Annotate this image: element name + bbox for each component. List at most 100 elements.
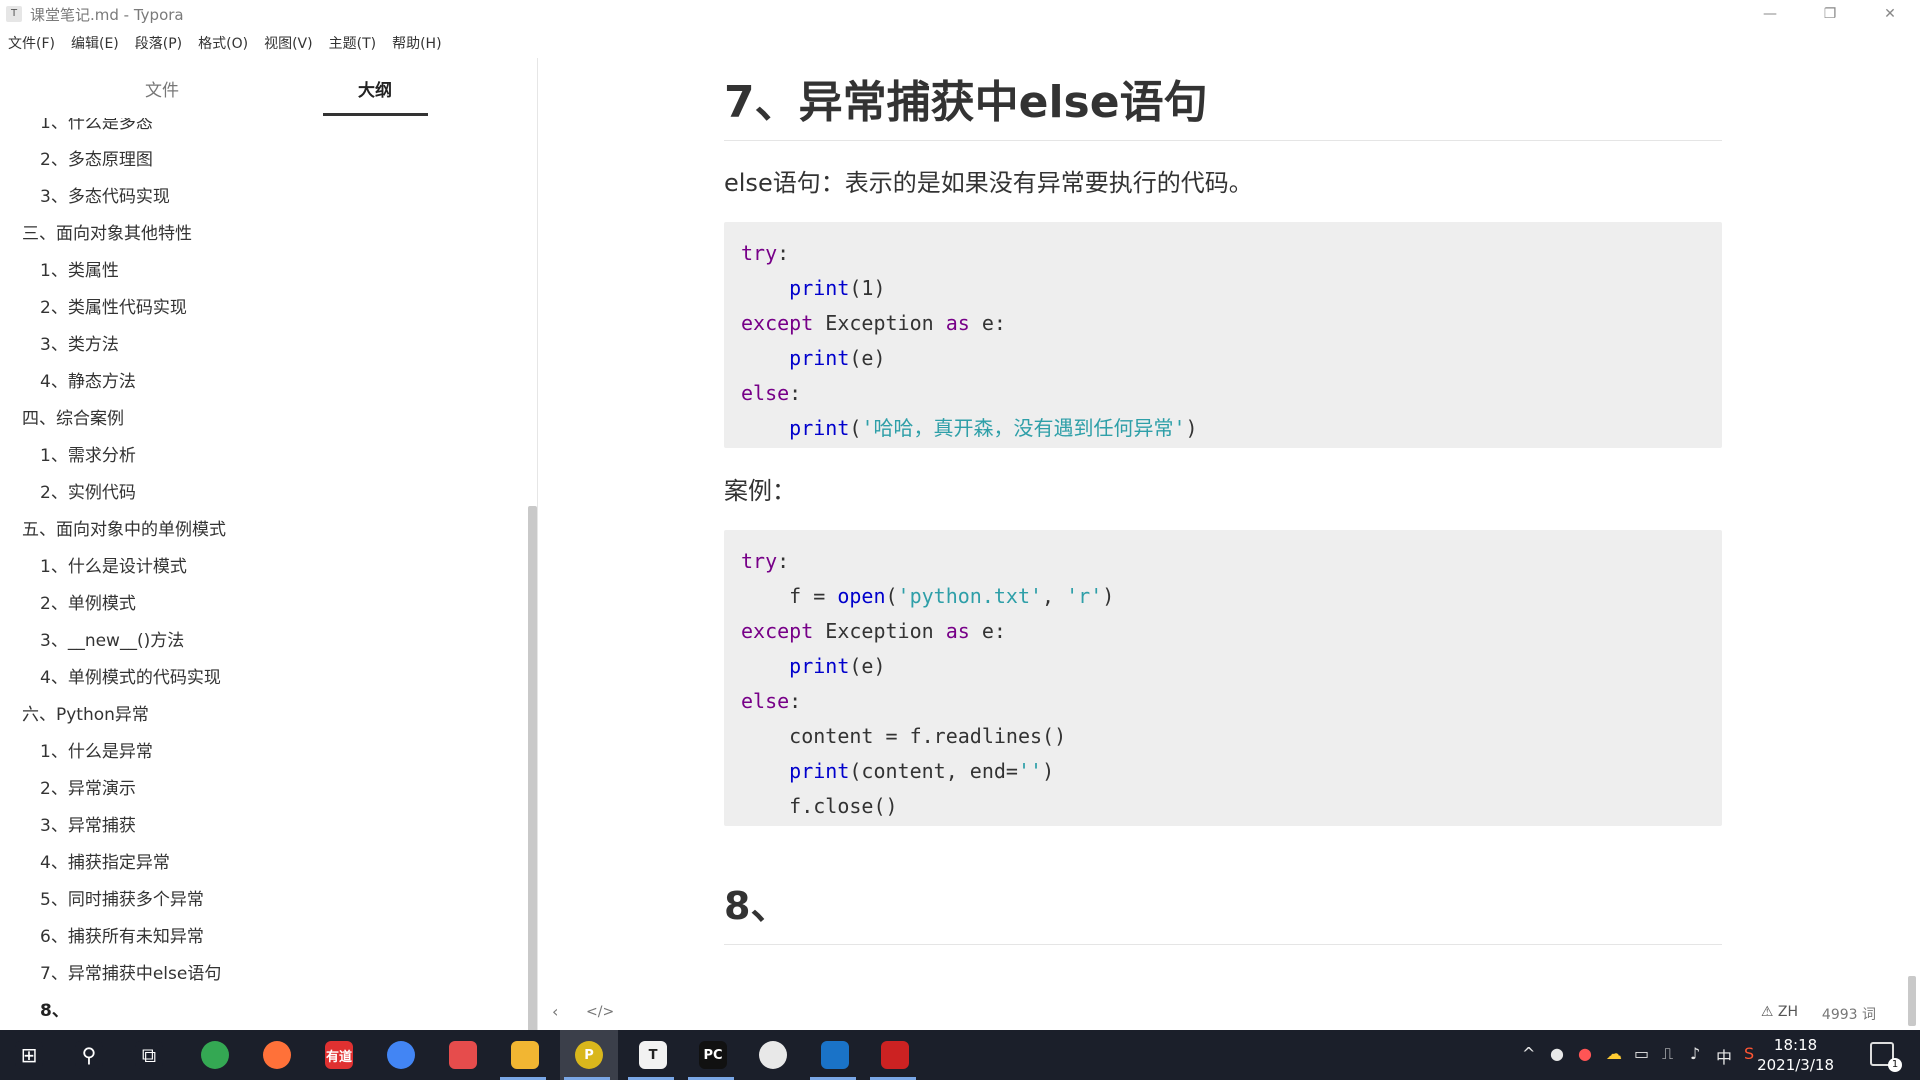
code-token: 'r': [1066, 584, 1103, 608]
outline-item[interactable]: 5、同时捕获多个异常: [40, 885, 204, 910]
menu-help[interactable]: 帮助(H): [392, 33, 441, 53]
search-icon[interactable]: ⚲: [62, 1030, 116, 1080]
outline-item[interactable]: 三、面向对象其他特性: [22, 219, 192, 244]
code-token: :: [789, 689, 802, 713]
network-icon[interactable]: ⎍: [1662, 1044, 1673, 1064]
code-token: e:: [969, 311, 1006, 335]
outline-item[interactable]: 1、什么是设计模式: [40, 552, 187, 577]
sogou-ime-icon[interactable]: S: [1744, 1044, 1754, 1063]
code-token: Exception: [813, 619, 946, 643]
code-token: print: [789, 654, 850, 678]
tab-files[interactable]: 文件: [145, 76, 179, 101]
code-token: (e): [849, 346, 886, 370]
code-block[interactable]: try: f = open('python.txt', 'r') except E…: [724, 530, 1722, 826]
youdao-icon-glyph: 有道: [325, 1041, 353, 1069]
code-token: try: [741, 241, 778, 265]
tray-expand-icon[interactable]: ^: [1522, 1044, 1535, 1063]
outline-item[interactable]: 4、捕获指定异常: [40, 848, 170, 873]
code-token: 'python.txt': [897, 584, 1043, 608]
outline-item[interactable]: 2、多态原理图: [40, 145, 153, 170]
outline-item[interactable]: 四、综合案例: [22, 404, 124, 429]
tray-record-icon[interactable]: ●: [1578, 1044, 1592, 1063]
pycharm-icon[interactable]: PC: [684, 1030, 742, 1080]
sidebar-scrollbar[interactable]: [528, 506, 537, 1030]
window-title: 课堂笔记.md - Typora: [30, 5, 184, 24]
tray-weather-icon[interactable]: ☁: [1606, 1044, 1622, 1063]
tab-outline[interactable]: 大纲: [358, 76, 392, 101]
outline-item[interactable]: 2、异常演示: [40, 774, 136, 799]
outline-item[interactable]: 4、单例模式的代码实现: [40, 663, 221, 688]
editor[interactable]: 7、异常捕获中else语句 else语句：表示的是如果没有异常要执行的代码。 t…: [540, 58, 1920, 1030]
typora-icon-glyph: T: [639, 1041, 667, 1069]
outline-item[interactable]: 4、静态方法: [40, 367, 136, 392]
browser-icon[interactable]: [372, 1030, 430, 1080]
outline-item[interactable]: 6、捕获所有未知异常: [40, 922, 204, 947]
vscode-icon-glyph: [821, 1041, 849, 1069]
typora-icon[interactable]: T: [624, 1030, 682, 1080]
code-token: as: [945, 311, 970, 335]
record-icon[interactable]: [866, 1030, 924, 1080]
tray-app-icon[interactable]: ●: [1550, 1044, 1564, 1063]
word-count[interactable]: 4993 词: [1822, 1004, 1876, 1024]
source-mode-button[interactable]: </>: [586, 1004, 614, 1020]
code-token: else: [741, 689, 790, 713]
outline-item[interactable]: 3、类方法: [40, 330, 119, 355]
outline-item[interactable]: 1、什么是异常: [40, 737, 153, 762]
outline-item[interactable]: 五、面向对象中的单例模式: [22, 515, 226, 540]
code-block[interactable]: try: print(1) except Exception as e: prin…: [724, 222, 1722, 448]
task-view-icon[interactable]: ⧉: [122, 1030, 176, 1080]
volume-icon[interactable]: ♪: [1690, 1044, 1700, 1063]
outline-item[interactable]: 3、异常捕获: [40, 811, 136, 836]
outline-item[interactable]: 六、Python异常: [22, 700, 149, 725]
close-button[interactable]: ✕: [1860, 0, 1920, 28]
code-line: print('哈哈，真开森，没有遇到任何异常'): [741, 411, 1705, 446]
code-token: ): [1042, 759, 1055, 783]
file-explorer-icon[interactable]: [496, 1030, 554, 1080]
outline-item[interactable]: 3、多态代码实现: [40, 182, 170, 207]
menu-edit[interactable]: 编辑(E): [71, 33, 119, 53]
typora-app-icon: T: [6, 6, 22, 22]
outline-item[interactable]: 2、类属性代码实现: [40, 293, 187, 318]
code-token: f =: [741, 584, 838, 608]
obs-icon[interactable]: [744, 1030, 802, 1080]
vscode-icon[interactable]: [806, 1030, 864, 1080]
outline-item[interactable]: 1、需求分析: [40, 441, 136, 466]
menu-format[interactable]: 格式(O): [198, 33, 248, 53]
firefox-icon[interactable]: [248, 1030, 306, 1080]
menu-paragraph[interactable]: 段落(P): [135, 33, 182, 53]
code-line: f = open('python.txt', 'r'): [741, 579, 1705, 614]
case-label: 案例：: [724, 477, 796, 505]
outline-item[interactable]: 1、类属性: [40, 256, 119, 281]
menu-file[interactable]: 文件(F): [8, 33, 55, 53]
code-token: ,: [1042, 584, 1067, 608]
powerpoint-icon[interactable]: P: [560, 1030, 618, 1080]
menu-view[interactable]: 视图(V): [264, 33, 313, 53]
editor-scrollbar[interactable]: [1908, 976, 1916, 1026]
language-indicator[interactable]: ⚠ ZH: [1761, 1004, 1798, 1020]
toggle-sidebar-button[interactable]: ‹: [552, 1002, 558, 1021]
windows-start-icon[interactable]: ⊞: [2, 1030, 56, 1080]
clock-date: 2021/3/18: [1757, 1056, 1834, 1074]
section-heading: 7、异常捕获中else语句: [724, 77, 1208, 128]
outline-item[interactable]: 3、__new__()方法: [40, 626, 184, 651]
minimize-button[interactable]: —: [1740, 0, 1800, 28]
input-method-indicator[interactable]: 中: [1716, 1044, 1732, 1068]
code-token: f.close(): [741, 794, 898, 818]
outline-item[interactable]: 1、什么是多态: [40, 118, 153, 133]
youdao-icon[interactable]: 有道: [310, 1030, 368, 1080]
clock[interactable]: 18:18 2021/3/18: [1757, 1035, 1834, 1075]
chrome-icon[interactable]: [186, 1030, 244, 1080]
outline-item[interactable]: 7、异常捕获中else语句: [40, 959, 221, 984]
code-token: (: [849, 416, 862, 440]
menu-theme[interactable]: 主题(T): [329, 33, 376, 53]
outline-item[interactable]: 2、实例代码: [40, 478, 136, 503]
outline-item[interactable]: 8、: [40, 996, 69, 1021]
search-icon-glyph: ⚲: [75, 1041, 103, 1069]
outline-item[interactable]: 2、单例模式: [40, 589, 136, 614]
screen-recorder-icon[interactable]: [434, 1030, 492, 1080]
code-token: ): [1185, 416, 1198, 440]
battery-icon[interactable]: ▭: [1634, 1044, 1649, 1063]
maximize-button[interactable]: ❐: [1800, 0, 1860, 28]
